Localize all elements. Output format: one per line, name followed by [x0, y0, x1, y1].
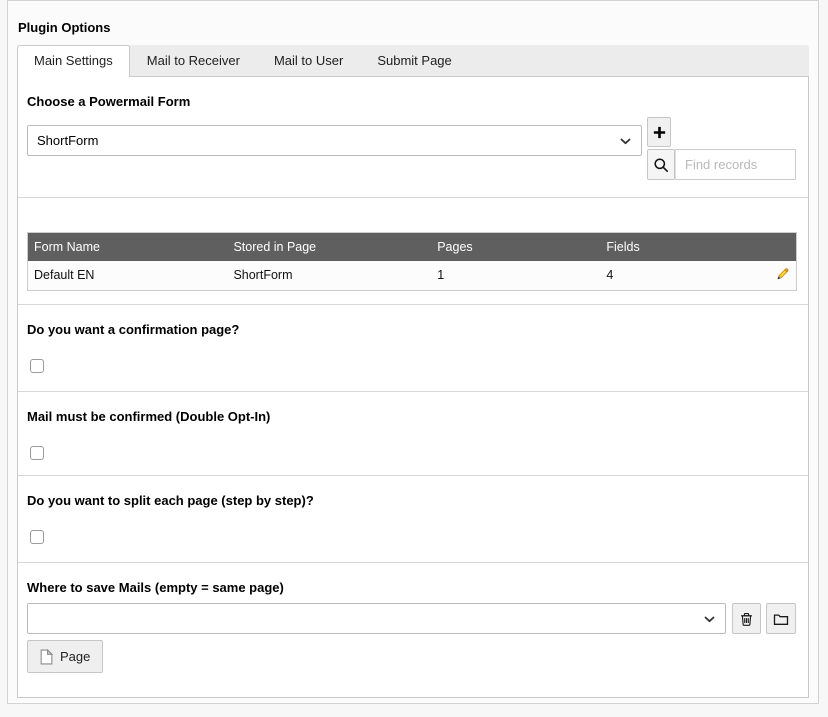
choose-form-label: Choose a Powermail Form	[27, 94, 796, 109]
clear-selection-button[interactable]	[732, 603, 761, 634]
folder-icon	[773, 612, 789, 626]
section-double-opt-in: Mail must be confirmed (Double Opt-In)	[18, 392, 808, 476]
page-button[interactable]: Page	[27, 640, 103, 673]
trash-icon	[739, 611, 754, 627]
header-pages: Pages	[431, 233, 600, 261]
tab-mail-to-user[interactable]: Mail to User	[257, 45, 360, 76]
table-header-row: Form Name Stored in Page Pages Fields	[28, 233, 797, 261]
tab-submit-page[interactable]: Submit Page	[360, 45, 468, 76]
double-opt-in-label: Mail must be confirmed (Double Opt-In)	[27, 409, 796, 424]
page-button-label: Page	[60, 649, 90, 664]
split-pages-label: Do you want to split each page (step by …	[27, 493, 796, 508]
double-opt-in-checkbox[interactable]	[30, 446, 44, 460]
tab-main-settings[interactable]: Main Settings	[17, 45, 130, 77]
plus-icon	[653, 126, 666, 139]
find-records-input[interactable]	[675, 149, 796, 180]
screen: Plugin Options Main Settings Mail to Rec…	[0, 0, 828, 717]
save-mails-label: Where to save Mails (empty = same page)	[27, 580, 796, 595]
document-icon	[40, 649, 53, 665]
cell-fields: 4	[600, 261, 738, 291]
header-actions	[739, 233, 797, 261]
browse-records-button[interactable]	[766, 603, 796, 634]
tab-bar: Main Settings Mail to Receiver Mail to U…	[17, 45, 809, 76]
table-row: Default EN ShortForm 1 4	[28, 261, 797, 291]
header-fields: Fields	[600, 233, 738, 261]
section-forms-table: Form Name Stored in Page Pages Fields De…	[18, 198, 808, 305]
pencil-icon	[775, 266, 790, 282]
cell-actions	[739, 261, 797, 291]
forms-table: Form Name Stored in Page Pages Fields De…	[27, 232, 797, 291]
add-form-button[interactable]	[647, 117, 671, 147]
page-title: Plugin Options	[17, 20, 809, 35]
powermail-form-select-value: ShortForm	[37, 133, 98, 148]
search-button[interactable]	[647, 149, 675, 180]
section-split-pages: Do you want to split each page (step by …	[18, 476, 808, 563]
chevron-down-icon	[704, 616, 715, 623]
confirmation-page-checkbox[interactable]	[30, 359, 44, 373]
tab-content-panel: Choose a Powermail Form ShortForm	[17, 76, 809, 698]
plugin-options-container: Plugin Options Main Settings Mail to Rec…	[7, 0, 819, 704]
save-mails-select[interactable]	[27, 603, 726, 634]
cell-pages: 1	[431, 261, 600, 291]
cell-stored-in-page: ShortForm	[227, 261, 431, 291]
record-search	[647, 149, 796, 180]
tab-mail-to-receiver[interactable]: Mail to Receiver	[130, 45, 257, 76]
powermail-form-select[interactable]: ShortForm	[27, 125, 642, 156]
cell-form-name: Default EN	[28, 261, 228, 291]
edit-record-button[interactable]	[775, 266, 790, 282]
section-save-mails: Where to save Mails (empty = same page)	[18, 563, 808, 697]
split-pages-checkbox[interactable]	[30, 530, 44, 544]
magnifier-icon	[653, 157, 669, 173]
section-choose-form: Choose a Powermail Form ShortForm	[18, 77, 808, 198]
section-confirmation-page: Do you want a confirmation page?	[18, 305, 808, 392]
chevron-down-icon	[620, 138, 631, 145]
header-stored-in-page: Stored in Page	[227, 233, 431, 261]
header-form-name: Form Name	[28, 233, 228, 261]
confirmation-page-label: Do you want a confirmation page?	[27, 322, 796, 337]
